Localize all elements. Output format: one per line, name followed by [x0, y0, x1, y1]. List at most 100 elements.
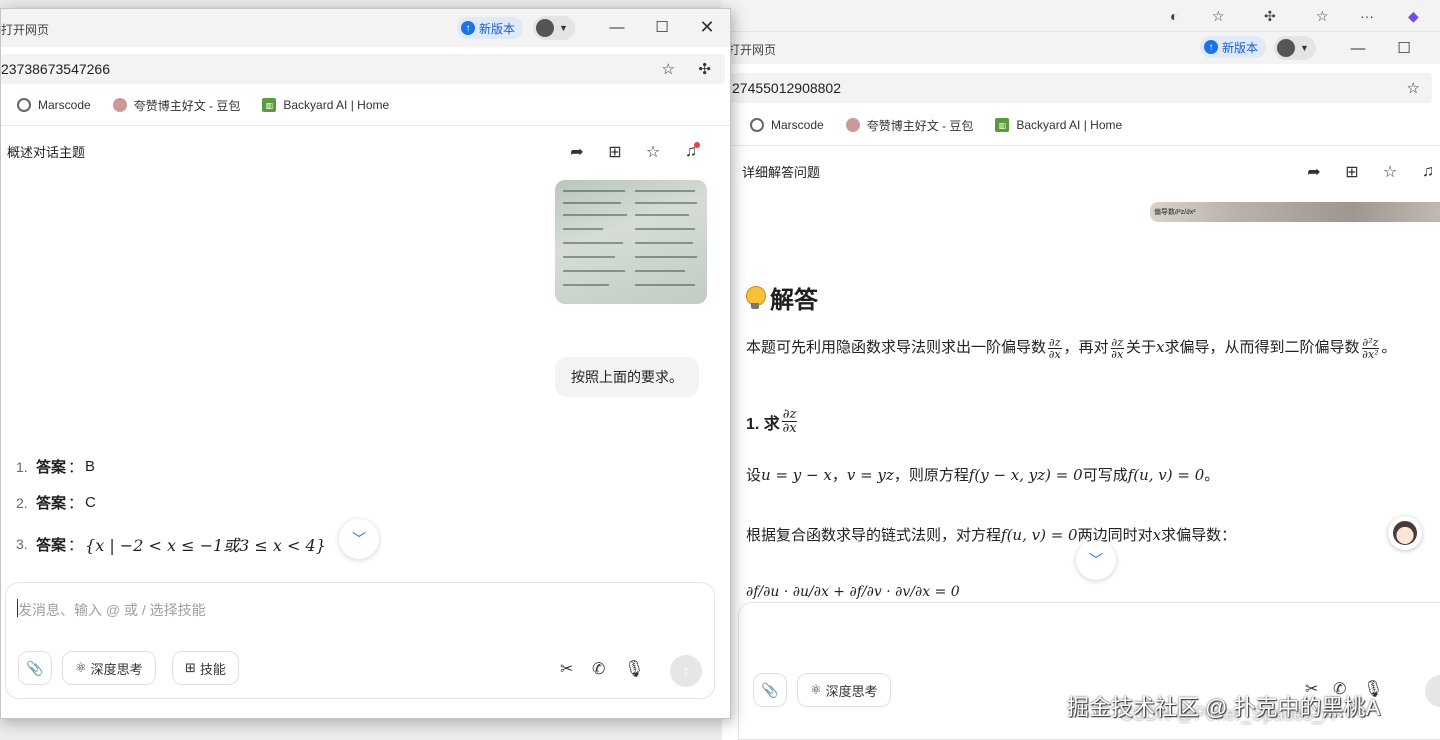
chat-header: 详细解答问题 ➦ ⊞ ☆ ♫: [722, 145, 1440, 197]
bookmark-doubao[interactable]: 夸赞博主好文 - 豆包: [112, 97, 240, 114]
bookmark-star-icon[interactable]: ☆: [1407, 79, 1420, 97]
maximize-button[interactable]: ☐: [639, 11, 685, 43]
intro-text: 关于: [1126, 339, 1157, 356]
extension-icon[interactable]: ◐: [1170, 8, 1178, 24]
url-text: 23738673547266: [1, 61, 111, 77]
answer-value: B: [85, 458, 96, 475]
input-placeholder: 发消息、输入 @ 或 / 选择技能: [18, 602, 206, 618]
phone-icon[interactable]: ✆: [592, 659, 605, 679]
new-chat-icon[interactable]: ⊞: [603, 140, 627, 164]
uploaded-worksheet-image[interactable]: [555, 180, 707, 304]
skills-label: 技能: [199, 661, 226, 677]
favorite-icon[interactable]: ☆: [1378, 160, 1402, 184]
share-icon[interactable]: ➦: [1302, 160, 1326, 184]
frac-num: ∂z: [1110, 335, 1124, 349]
more-icon[interactable]: ···: [1360, 8, 1374, 24]
send-button[interactable]: ↑: [1425, 675, 1440, 707]
step-text: ，则原方程: [893, 467, 969, 484]
profile-button[interactable]: ▼: [1274, 36, 1316, 60]
math-expr: f(y − x, yz) = 0: [968, 466, 1083, 484]
chat-header-actions: ➦ ⊞ ☆ ♫: [1288, 160, 1440, 184]
intro-text: 求偏导，从而得到二阶偏导数: [1164, 339, 1360, 356]
juejin-watermark: 掘金技术社区 @ 扑克中的黑桃A: [1067, 695, 1381, 720]
image-strip-text: 偏导数∂²z/∂x²: [1154, 209, 1196, 216]
partial-derivative-formula: ∂f/∂u · ∂u/∂x + ∂f/∂v · ∂v/∂x = 0: [746, 584, 960, 600]
frac-den: ∂x: [1111, 347, 1124, 361]
frac-den: ∂x: [1048, 347, 1061, 361]
intro-text: 本题可先利用隐函数求导法则求出一阶偏导数: [746, 339, 1047, 356]
new-version-button[interactable]: ↑ 新版本: [1200, 36, 1267, 58]
notification-bell-icon[interactable]: ♫: [679, 140, 703, 164]
left-titlebar: 打开网页 ↑ 新版本 ▼ — ☐ ✕: [1, 9, 730, 47]
dz-dx-fraction: ∂z ∂x: [1110, 335, 1124, 361]
send-button[interactable]: ↑: [670, 655, 702, 687]
extensions-icon[interactable]: ✣: [698, 60, 711, 78]
address-bar[interactable]: 27455012908802 ☆: [722, 73, 1432, 103]
bookmark-marscode[interactable]: Marscode: [750, 118, 824, 132]
background-toolbar-strip: ◐ ☆ ✣ ☆ ··· ◆: [722, 0, 1440, 32]
math-expr: u = y − x: [761, 466, 832, 484]
answer-item: 2. 答案 ： C: [16, 492, 96, 513]
maximize-button[interactable]: ☐: [1381, 32, 1427, 64]
new-version-label: 新版本: [1222, 40, 1259, 55]
minimize-button[interactable]: —: [1335, 32, 1381, 64]
bookmark-label: 夸赞博主好文 - 豆包: [866, 118, 974, 133]
answer-colon: ：: [68, 459, 84, 476]
uploaded-image-strip[interactable]: 偏导数∂²z/∂x²: [1150, 202, 1440, 222]
globe-icon: [17, 98, 31, 112]
puzzle-icon[interactable]: ✣: [1264, 8, 1276, 25]
chain-rule-text: 根据复合函数求导的链式法则，对方程f(u, v) = 0两边同时对x求偏导数：: [746, 524, 1236, 545]
deep-think-button[interactable]: ⚛ 深度思考: [797, 673, 891, 707]
step-text: 可写成: [1082, 467, 1128, 484]
skills-button[interactable]: ⊞ 技能: [172, 651, 239, 685]
message-input-box[interactable]: 发消息、输入 @ 或 / 选择技能 📎 ⚛ 深度思考 ⊞ 技能 ✂ ✆ 🎙 ↑: [5, 582, 715, 699]
bookmarks-bar: Marscode 夸赞博主好文 - 豆包 ▥ Backyard AI | Hom…: [750, 110, 1144, 140]
favorites-icon[interactable]: ☆: [1316, 8, 1329, 25]
tab-title: 打开网页: [1, 23, 50, 37]
share-icon[interactable]: ➦: [565, 140, 589, 164]
assistant-avatar-button[interactable]: [1388, 516, 1422, 550]
step-text: 根据复合函数求导的链式法则，对方程: [746, 527, 1002, 544]
answer-label: 答案: [36, 459, 67, 476]
bookmark-doubao[interactable]: 夸赞博主好文 - 豆包: [845, 117, 974, 134]
paperclip-icon: 📎: [761, 681, 779, 698]
step-1-heading: 1. 求 ∂z ∂x: [746, 408, 799, 435]
math-expr: v = yz: [846, 466, 894, 484]
globe-icon: [750, 118, 764, 132]
atom-icon: ⚛: [810, 682, 822, 697]
deep-think-button[interactable]: ⚛ 深度思考: [62, 651, 156, 685]
copilot-icon[interactable]: ◆: [1408, 8, 1419, 25]
answer-colon: ：: [68, 495, 84, 512]
bookmark-backyard[interactable]: ▥ Backyard AI | Home: [262, 98, 389, 112]
background-browser-window: ◐ ☆ ✣ ☆ ··· ◆ 打开网页 ↑ 新版本 ▼ — ☐ 274550129…: [722, 0, 1440, 740]
step-text: 求偏导数：: [1161, 527, 1237, 544]
step-text: 。: [1204, 467, 1220, 484]
close-button[interactable]: ✕: [684, 11, 730, 43]
new-version-button[interactable]: ↑ 新版本: [457, 17, 524, 39]
microphone-icon[interactable]: 🎙: [624, 659, 644, 679]
chat-header: 概述对话主题 ➦ ⊞ ☆ ♫: [1, 125, 730, 177]
chevron-down-icon: ▼: [1300, 43, 1309, 53]
bookmark-backyard[interactable]: ▥ Backyard AI | Home: [995, 118, 1122, 132]
attach-button[interactable]: 📎: [18, 651, 52, 685]
answer-intro: 本题可先利用隐函数求导法则求出一阶偏导数 ∂z ∂x ，再对 ∂z ∂x 关于x求偏导，从而…: [746, 336, 1396, 360]
bookmark-star-icon[interactable]: ☆: [662, 60, 675, 78]
new-chat-icon[interactable]: ⊞: [1340, 160, 1364, 184]
address-bar[interactable]: 23738673547266 ☆ ✣: [1, 54, 725, 84]
scroll-down-button[interactable]: ﹀: [1076, 540, 1116, 580]
step-1-text: 设u = y − x，v = yz，则原方程f(y − x, yz) = 0可写…: [746, 464, 1219, 485]
minimize-button[interactable]: —: [594, 11, 640, 43]
notification-icon[interactable]: ♫: [1416, 160, 1440, 184]
scroll-down-button[interactable]: ﹀: [339, 519, 379, 559]
bookmark-label: Backyard AI | Home: [1016, 118, 1123, 132]
answer-heading: 解答: [746, 280, 818, 315]
attach-button[interactable]: 📎: [753, 673, 787, 707]
bookmark-marscode[interactable]: Marscode: [17, 98, 91, 112]
step-1-label: 1. 求: [746, 415, 780, 433]
star-icon[interactable]: ☆: [1212, 8, 1225, 25]
favorite-icon[interactable]: ☆: [641, 140, 665, 164]
arrow-up-icon: ↑: [461, 21, 475, 35]
scissors-icon[interactable]: ✂: [560, 659, 573, 679]
bookmarks-bar: Marscode 夸赞博主好文 - 豆包 ▥ Backyard AI | Hom…: [17, 90, 411, 120]
profile-button[interactable]: ▼: [533, 16, 575, 40]
